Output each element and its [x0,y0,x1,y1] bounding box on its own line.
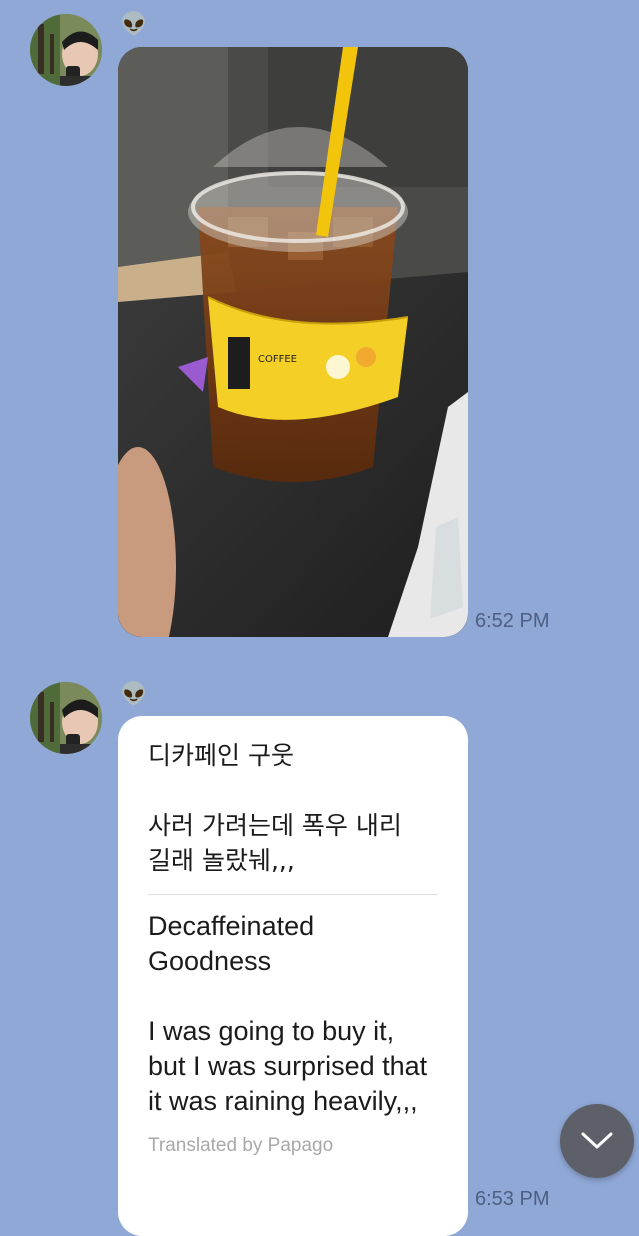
original-text-line: 사러 가려는데 폭우 내리 길래 놀랐눼,,, [148,811,402,875]
translated-text-line: I was going to buy it, but I was surpris… [148,1016,428,1116]
avatar-photo-icon [30,14,102,86]
svg-text:COFFEE: COFFEE [258,354,297,365]
translation-credit: Translated by Papago [148,1135,334,1156]
sender-name: 👽 [120,682,148,707]
text-message[interactable]: 디카페인 구웃 사러 가려는데 폭우 내리 길래 놀랐눼,,, Decaffei… [118,716,468,1236]
sender-name: 👽 [120,12,148,37]
scroll-to-bottom-button[interactable] [560,1104,634,1178]
original-text-line: 디카페인 구웃 [148,741,294,770]
sender-avatar[interactable] [30,682,102,754]
chevron-down-icon [581,1132,613,1149]
avatar-photo-icon [30,682,102,754]
translated-text-line: Decaffeinated Goodness [148,911,315,976]
sender-avatar[interactable] [30,14,102,86]
photo-message[interactable]: COFFEE [118,47,468,637]
message-time: 6:52 PM [475,610,550,632]
iced-coffee-photo-icon: COFFEE [118,47,468,637]
translation-divider [148,894,438,895]
